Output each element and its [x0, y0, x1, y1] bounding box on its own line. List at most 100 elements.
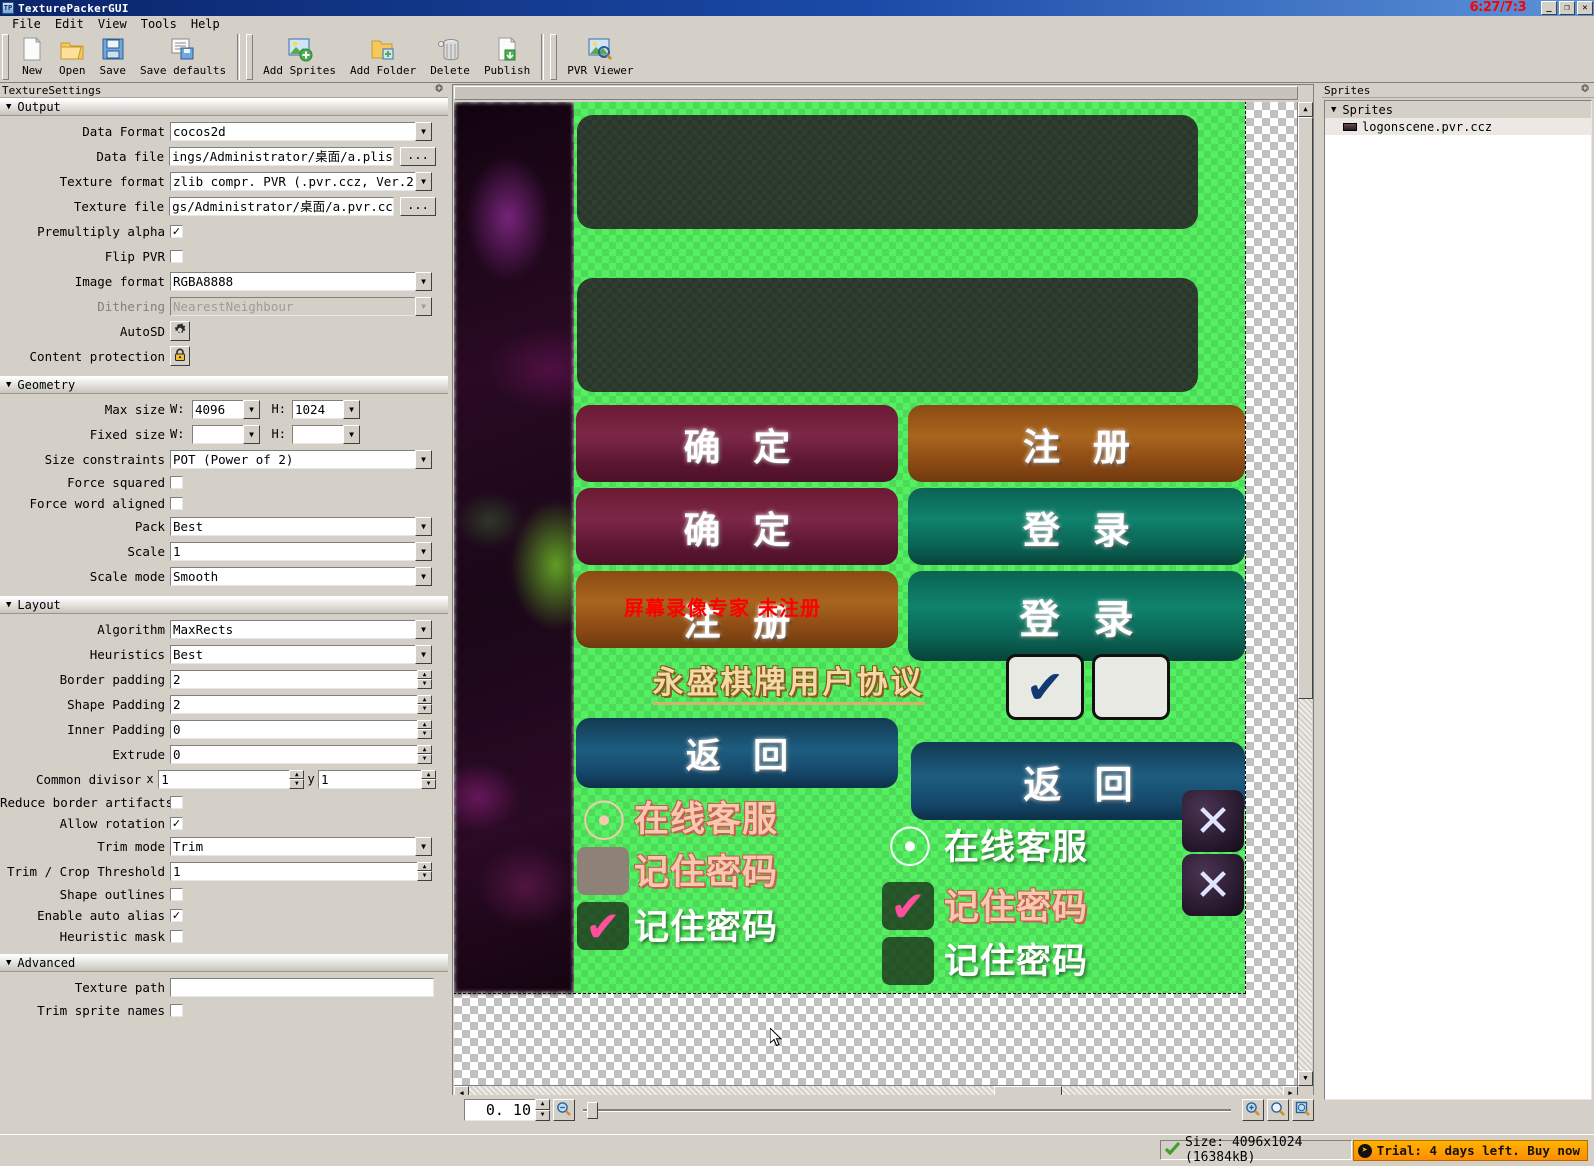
heuristic-mask-checkbox[interactable]: [170, 929, 183, 943]
inner-padding-stepper[interactable]: ▲ ▼: [417, 719, 432, 739]
add-sprites-button[interactable]: Add Sprites: [256, 33, 343, 77]
chevron-down-icon[interactable]: ▼: [343, 424, 360, 444]
common-divisor-y-spinner[interactable]: 1 ▲ ▼: [318, 769, 436, 789]
fixed-size-w-value[interactable]: [192, 424, 244, 444]
zoom-out-button[interactable]: [553, 1099, 575, 1121]
group-header-advanced[interactable]: ▼ Advanced: [0, 954, 448, 972]
border-padding-value[interactable]: 2: [170, 669, 418, 689]
sprite-login-button-2[interactable]: 登 录: [908, 571, 1245, 661]
toolbar-grip-1[interactable]: [2, 34, 9, 80]
sprite-checkbox-unchecked-white[interactable]: [1092, 654, 1170, 720]
texture-format-combo[interactable]: zlib compr. PVR (.pvr.ccz, Ver.2) ▼: [170, 171, 432, 191]
scale-mode-combo[interactable]: Smooth ▼: [170, 566, 432, 586]
sprite-remember-password-1[interactable]: 记住密码: [634, 845, 778, 893]
chevron-down-icon[interactable]: ▼: [415, 121, 432, 141]
chevron-down-icon[interactable]: ▼: [243, 424, 260, 444]
sprites-tree-root[interactable]: ▼ Sprites: [1325, 101, 1591, 118]
sprite-online-service-1[interactable]: 在线客服: [634, 792, 778, 840]
image-format-value[interactable]: RGBA8888: [170, 271, 416, 291]
chevron-down-icon[interactable]: ▼: [343, 399, 360, 419]
chevron-down-icon[interactable]: ▼: [243, 399, 260, 419]
sprite-panel-1[interactable]: [577, 115, 1198, 229]
stepper-up-icon[interactable]: ▲: [421, 769, 436, 779]
max-size-h-combo[interactable]: 1024 ▼: [292, 399, 360, 419]
sprites-tree[interactable]: ▼ Sprites logonscene.pvr.ccz: [1324, 100, 1592, 1100]
sprite-close-button-1[interactable]: ✕: [1182, 790, 1244, 852]
triangle-down-icon[interactable]: ▼: [1331, 105, 1336, 115]
chevron-down-icon[interactable]: ▼: [415, 836, 432, 856]
stepper-down-icon[interactable]: ▼: [417, 704, 432, 714]
trim-mode-value[interactable]: Trim: [170, 836, 416, 856]
group-header-layout[interactable]: ▼ Layout: [0, 596, 448, 614]
chevron-down-icon[interactable]: ▼: [415, 566, 432, 586]
list-item[interactable]: logonscene.pvr.ccz: [1325, 118, 1591, 135]
data-format-value[interactable]: cocos2d: [170, 121, 416, 141]
stepper-up-icon[interactable]: ▲: [535, 1099, 550, 1110]
shape-padding-value[interactable]: 2: [170, 694, 418, 714]
new-button[interactable]: New: [12, 33, 52, 77]
algorithm-value[interactable]: MaxRects: [170, 619, 416, 639]
menu-edit[interactable]: Edit: [48, 16, 91, 32]
force-word-aligned-checkbox[interactable]: [170, 496, 183, 510]
sprite-remember-password-3[interactable]: 记住密码: [944, 880, 1088, 928]
inner-padding-spinner[interactable]: 0 ▲ ▼: [170, 719, 432, 739]
enable-auto-alias-checkbox[interactable]: ✓: [170, 908, 183, 922]
chevron-down-icon[interactable]: ▼: [415, 619, 432, 639]
stepper-down-icon[interactable]: ▼: [289, 779, 305, 789]
force-squared-checkbox[interactable]: [170, 475, 183, 489]
sprite-close-button-2[interactable]: ✕: [1182, 854, 1244, 916]
trim-sprite-names-checkbox[interactable]: [170, 1003, 183, 1017]
minimize-button[interactable]: _: [1541, 1, 1557, 15]
pack-value[interactable]: Best: [170, 516, 416, 536]
texture-path-input[interactable]: [170, 977, 434, 997]
reduce-border-artifacts-checkbox[interactable]: [170, 795, 183, 809]
undock-icon[interactable]: ⏣: [434, 85, 444, 95]
common-divisor-y-value[interactable]: 1: [318, 769, 422, 789]
sprite-checkbox-checked-white[interactable]: ✔: [1006, 654, 1084, 720]
toolbar-grip-2[interactable]: [246, 34, 254, 80]
canvas-vertical-scrollbar[interactable]: ▲ ▼: [1297, 102, 1313, 1086]
data-file-input[interactable]: ings/Administrator/桌面/a.plist: [169, 146, 394, 166]
common-divisor-x-spinner[interactable]: 1 ▲ ▼: [158, 769, 305, 789]
chevron-down-icon[interactable]: ▼: [415, 644, 432, 664]
zoom-in-button[interactable]: [1242, 1099, 1264, 1121]
scale-value[interactable]: 1: [170, 541, 416, 561]
trim-crop-threshold-stepper[interactable]: ▲ ▼: [417, 861, 432, 881]
fixed-size-h-combo[interactable]: ▼: [292, 424, 360, 444]
chevron-down-icon[interactable]: ▼: [415, 541, 432, 561]
scale-mode-value[interactable]: Smooth: [170, 566, 416, 586]
stepper-down-icon[interactable]: ▼: [417, 754, 432, 764]
vertical-scroll-thumb[interactable]: [1298, 117, 1313, 699]
publish-button[interactable]: Publish: [477, 33, 537, 77]
undock-icon[interactable]: ⏣: [1580, 85, 1590, 95]
sprite-checkbox-grey[interactable]: [577, 847, 629, 895]
scale-combo[interactable]: 1 ▼: [170, 541, 432, 561]
extrude-stepper[interactable]: ▲ ▼: [417, 744, 432, 764]
stepper-down-icon[interactable]: ▼: [535, 1110, 550, 1121]
close-button[interactable]: ✕: [1577, 1, 1593, 15]
restore-button[interactable]: ❐: [1559, 1, 1575, 15]
border-padding-spinner[interactable]: 2 ▲ ▼: [170, 669, 432, 689]
trim-crop-threshold-spinner[interactable]: 1 ▲ ▼: [170, 861, 432, 881]
chevron-down-icon[interactable]: ▼: [415, 171, 432, 191]
group-header-geometry[interactable]: ▼ Geometry: [0, 376, 448, 394]
trim-mode-combo[interactable]: Trim ▼: [170, 836, 432, 856]
scroll-down-button[interactable]: ▼: [1298, 1071, 1313, 1086]
add-folder-button[interactable]: Add Folder: [343, 33, 423, 77]
stepper-up-icon[interactable]: ▲: [289, 769, 305, 779]
zoom-actual-size-button[interactable]: [1267, 1099, 1289, 1121]
sprite-panel-2[interactable]: [577, 278, 1198, 392]
sprite-back-button-1[interactable]: 返 回: [576, 718, 898, 788]
fixed-size-h-value[interactable]: [292, 424, 344, 444]
menu-view[interactable]: View: [91, 16, 134, 32]
stepper-down-icon[interactable]: ▼: [417, 729, 432, 739]
extrude-value[interactable]: 0: [170, 744, 418, 764]
zoom-slider[interactable]: [583, 1099, 1231, 1121]
common-divisor-x-stepper[interactable]: ▲ ▼: [289, 769, 305, 789]
content-protection-button[interactable]: [170, 346, 190, 366]
chevron-down-icon[interactable]: ▼: [415, 449, 432, 469]
sprite-online-service-2[interactable]: 在线客服: [944, 820, 1088, 868]
texture-format-value[interactable]: zlib compr. PVR (.pvr.ccz, Ver.2): [170, 171, 416, 191]
sprite-confirm-button-1[interactable]: 确 定: [576, 405, 898, 482]
sprite-checkbox-checked-dark-1[interactable]: ✔: [577, 902, 629, 951]
